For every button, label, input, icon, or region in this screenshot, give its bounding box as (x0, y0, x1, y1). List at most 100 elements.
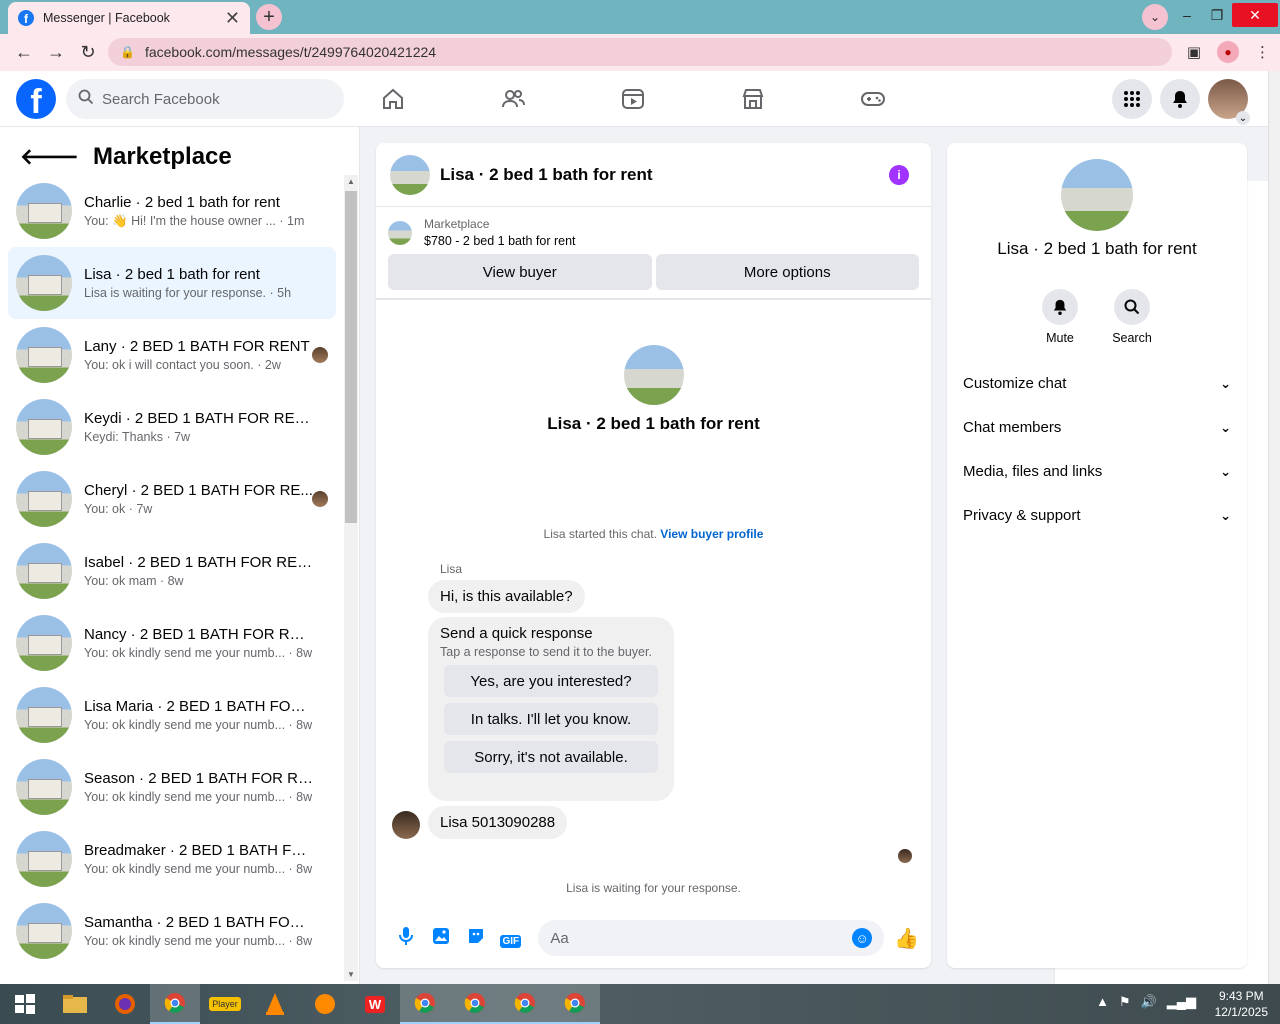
search-input[interactable]: Search Facebook (66, 79, 344, 119)
chat-panel: Lisa · 2 bed 1 bath for rent i Marketpla… (376, 143, 931, 968)
quick-response-option[interactable]: Yes, are you interested? (444, 665, 658, 697)
message-bubble[interactable]: Lisa 5013090288 (428, 806, 568, 839)
uc-browser-icon[interactable] (300, 984, 350, 1024)
conversation-item[interactable]: Samantha · 2 BED 1 BATH FOR R... You: ok … (8, 895, 336, 967)
listing-avatar (16, 543, 72, 599)
reload-icon[interactable]: ↻ (72, 42, 104, 63)
facebook-header: f Search Facebook (0, 71, 1268, 127)
home-icon[interactable] (372, 81, 492, 117)
like-thumbs-up-icon[interactable]: 👍 (894, 926, 919, 951)
view-buyer-button[interactable]: View buyer (388, 254, 652, 290)
new-tab-button[interactable]: + (256, 4, 282, 30)
conversation-item[interactable]: Charlie · 2 bed 1 bath for rent You: 👋 Hi… (8, 175, 336, 247)
vlc-icon[interactable] (250, 984, 300, 1024)
conversation-item[interactable]: Lisa Maria · 2 BED 1 BATH FOR R... You: o… (8, 679, 336, 751)
conversation-item[interactable]: Cheryl · 2 BED 1 BATH FOR RE... You: ok ·… (8, 463, 336, 535)
media-files-links-section[interactable]: Media, files and links ⌄ (963, 463, 1231, 480)
scroll-down-icon[interactable]: ▼ (347, 970, 355, 979)
profile-avatar-icon[interactable]: ● (1217, 41, 1239, 63)
scroll-up-icon[interactable]: ▲ (347, 177, 355, 186)
more-options-button[interactable]: More options (655, 254, 919, 290)
search-icon[interactable] (1114, 289, 1150, 325)
media-player-icon[interactable]: Player (200, 984, 250, 1024)
search-in-chat-button[interactable]: Search (1096, 289, 1168, 345)
conversation-item[interactable]: Lisa · 2 bed 1 bath for rent Lisa is wait… (8, 247, 336, 319)
privacy-support-section[interactable]: Privacy & support ⌄ (963, 507, 1231, 524)
notifications-bell-icon[interactable] (1160, 79, 1200, 119)
conversation-item[interactable]: Isabel · 2 BED 1 BATH FOR RENT You: ok ma… (8, 535, 336, 607)
menu-grid-icon[interactable] (1112, 79, 1152, 119)
page-scrollbar[interactable] (1268, 71, 1280, 984)
microphone-icon[interactable] (388, 926, 423, 951)
sticker-icon[interactable] (458, 926, 493, 951)
account-avatar[interactable] (1208, 79, 1250, 125)
read-receipt-avatar (898, 849, 912, 863)
conversation-preview: You: 👋 Hi! I'm the house owner ... · 1m (84, 213, 305, 228)
minimize-button[interactable]: – (1172, 7, 1202, 23)
marketplace-listing-card: Marketplace $780 - 2 bed 1 bath for rent… (376, 207, 931, 300)
watch-video-icon[interactable] (612, 81, 732, 117)
tab-close-icon[interactable]: ✕ (225, 8, 240, 29)
chrome-taskbar-icon[interactable] (450, 984, 500, 1024)
conversation-item[interactable]: Season · 2 BED 1 BATH FOR RENT You: ok ki… (8, 751, 336, 823)
chrome-taskbar-icon[interactable] (400, 984, 450, 1024)
network-signal-icon[interactable]: ▂▄▆ (1167, 994, 1196, 1010)
url-omnibox[interactable]: 🔒 facebook.com/messages/t/24997640204212… (108, 38, 1280, 1006)
chat-members-section[interactable]: Chat members ⌄ (963, 419, 1231, 436)
conversation-item[interactable]: Nancy · 2 BED 1 BATH FOR RENT You: ok kin… (8, 607, 336, 679)
tab-search-icon[interactable]: ⌄ (1142, 4, 1168, 30)
conversation-name: Breadmaker · 2 BED 1 BATH FOR... (84, 842, 314, 859)
maximize-button[interactable]: ❐ (1202, 7, 1232, 24)
photo-icon[interactable] (423, 926, 458, 951)
gaming-icon[interactable] (852, 81, 972, 117)
customize-chat-section[interactable]: Customize chat ⌄ (963, 375, 1231, 392)
forward-arrow-icon[interactable]: → (40, 42, 72, 63)
wps-office-icon[interactable]: W (350, 984, 400, 1024)
bell-icon[interactable] (1042, 289, 1078, 325)
friends-icon[interactable] (492, 81, 612, 117)
quick-response-option[interactable]: Sorry, it's not available. (444, 741, 658, 773)
listing-price[interactable]: $780 - 2 bed 1 bath for rent (424, 234, 576, 248)
conversation-scrollbar[interactable]: ▲ ▼ (344, 175, 358, 981)
mute-button[interactable]: Mute (1024, 289, 1096, 345)
action-center-flag-icon[interactable]: ⚑ (1119, 994, 1131, 1010)
facebook-logo-icon[interactable]: f (16, 79, 56, 119)
tray-expand-icon[interactable]: ▲ (1096, 994, 1109, 1010)
marketplace-icon[interactable] (732, 81, 852, 117)
conversation-item[interactable]: Lany · 2 BED 1 BATH FOR RENT You: ok i wi… (8, 319, 336, 391)
quick-response-option[interactable]: In talks. I'll let you know. (444, 703, 658, 735)
back-arrow-icon[interactable]: ← (8, 42, 40, 63)
window-close-button[interactable]: ✕ (1232, 3, 1278, 27)
browser-tab[interactable]: f Messenger | Facebook ✕ (8, 2, 250, 34)
marketplace-conversation-list: 🡐 Marketplace Charlie · 2 bed 1 bath for… (0, 127, 360, 984)
message-bubble[interactable]: Hi, is this available? (428, 580, 585, 613)
menu-kebab-icon[interactable]: ⋮ (1255, 43, 1270, 61)
firefox-icon[interactable] (100, 984, 150, 1024)
chat-avatar[interactable] (390, 154, 430, 195)
view-buyer-profile-link[interactable]: View buyer profile (660, 527, 763, 541)
side-panel-icon[interactable]: ▣ (1187, 43, 1201, 61)
volume-icon[interactable]: 🔊 (1141, 994, 1157, 1010)
chrome-taskbar-icon[interactable] (500, 984, 550, 1024)
conversation-item[interactable]: Keydi · 2 BED 1 BATH FOR RENT Keydi: Than… (8, 391, 336, 463)
gif-icon[interactable]: GIF (493, 928, 528, 949)
emoji-icon[interactable]: ☺ (852, 928, 873, 948)
listing-thumbnail[interactable] (388, 220, 412, 245)
file-explorer-icon[interactable] (50, 984, 100, 1024)
url-text[interactable]: facebook.com/messages/t/2499764020421224 (145, 44, 436, 60)
conversation-name: Lany · 2 BED 1 BATH FOR RENT (84, 338, 310, 355)
chrome-taskbar-icon[interactable] (550, 984, 600, 1024)
taskbar-clock[interactable]: 9:43 PM 12/1/2025 (1215, 988, 1268, 1020)
conversation-item[interactable]: Breadmaker · 2 BED 1 BATH FOR... You: ok … (8, 823, 336, 895)
sender-avatar[interactable] (392, 811, 420, 839)
window-controls: – ❐ ✕ (1172, 0, 1280, 30)
windows-start-icon[interactable] (0, 984, 50, 1024)
details-avatar[interactable] (1061, 159, 1133, 231)
back-arrow-icon[interactable]: 🡐 (20, 144, 79, 170)
lock-icon[interactable]: 🔒 (120, 45, 135, 59)
scrollbar-thumb[interactable] (345, 191, 357, 523)
chrome-taskbar-icon[interactable] (150, 984, 200, 1024)
info-icon[interactable]: i (889, 165, 909, 185)
chat-title[interactable]: Lisa · 2 bed 1 bath for rent (440, 165, 653, 185)
message-input[interactable]: Aa ☺ (538, 920, 885, 956)
